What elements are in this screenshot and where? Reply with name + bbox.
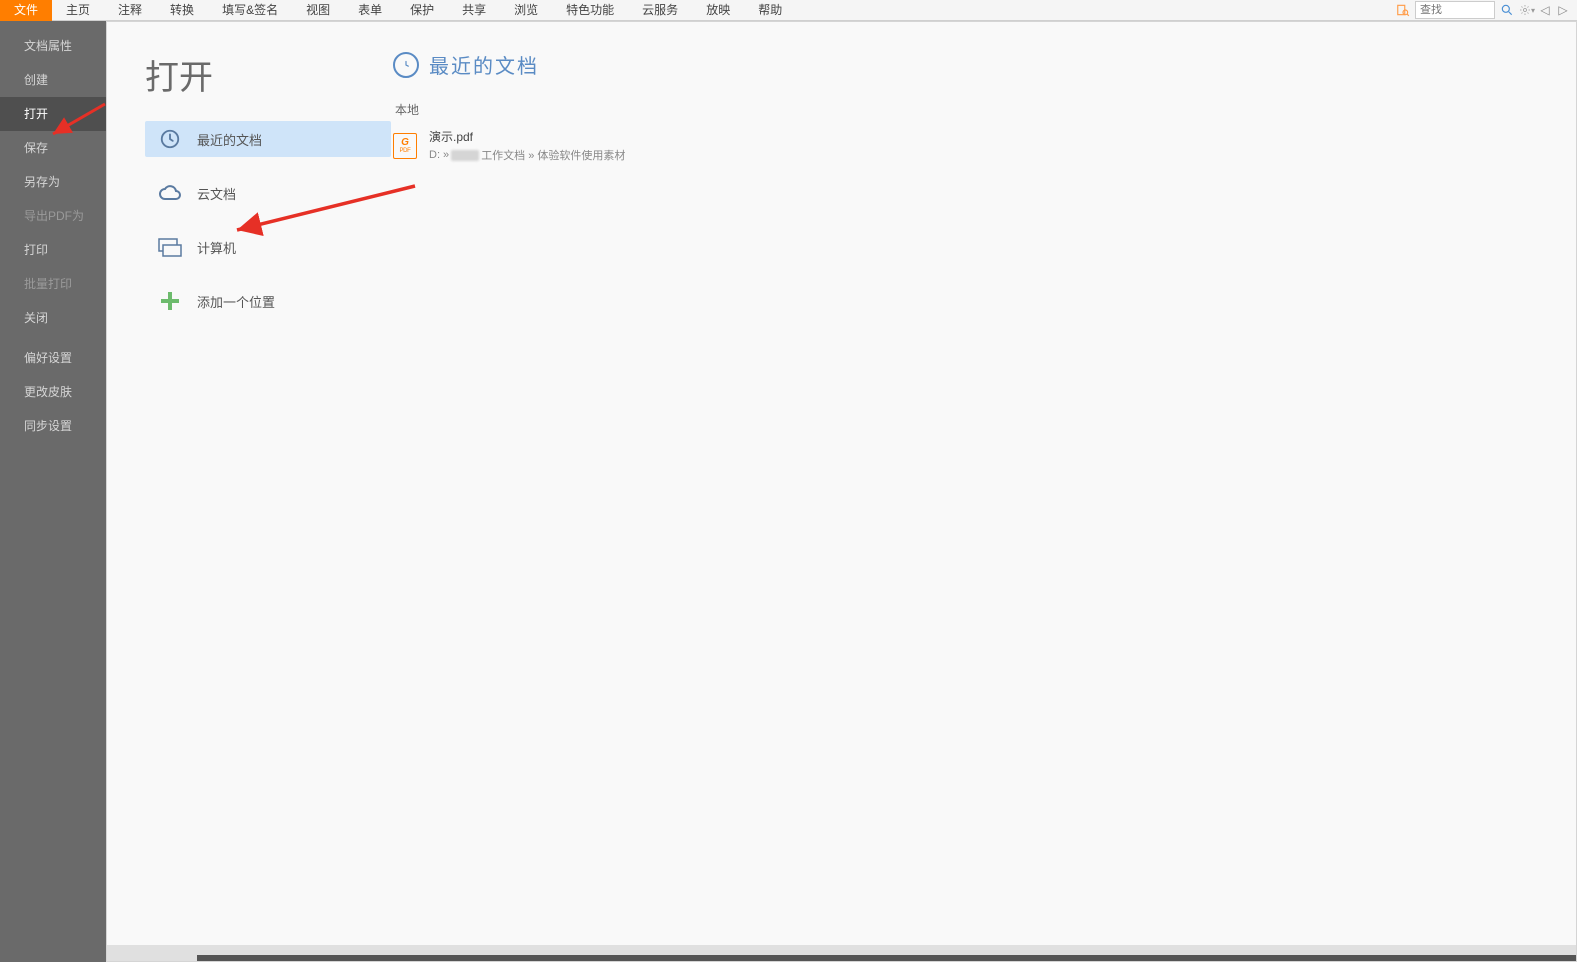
search-box[interactable] xyxy=(1415,1,1495,19)
menubar: 文件主页注释转换填写&签名视图表单保护共享浏览特色功能云服务放映帮助 ▾ ◁ ▷ xyxy=(0,0,1577,21)
menu-tab-11[interactable]: 云服务 xyxy=(628,0,692,21)
menu-tab-10[interactable]: 特色功能 xyxy=(552,0,628,21)
search-go-button[interactable] xyxy=(1497,1,1517,19)
sidebar: 文档属性创建打开保存另存为导出PDF为打印批量打印关闭偏好设置更改皮肤同步设置 xyxy=(0,21,106,962)
status-bar-accent xyxy=(197,955,1576,961)
menu-tab-7[interactable]: 保护 xyxy=(396,0,448,21)
clock-icon xyxy=(393,52,419,78)
menu-tab-4[interactable]: 填写&签名 xyxy=(208,0,292,21)
file-path: D: »工作文档 » 体验软件使用素材 xyxy=(429,147,625,163)
menu-tab-6[interactable]: 表单 xyxy=(344,0,396,21)
recent-title: 最近的文档 xyxy=(429,50,539,79)
recent-files-column: 最近的文档 本地 GPDF 演示.pdf D: »工作文档 » 体验软件使用素材 xyxy=(393,22,1576,961)
open-sources-column: 打开 最近的文档云文档计算机添加一个位置 xyxy=(107,22,393,961)
source-item-label: 计算机 xyxy=(197,238,236,257)
computer-icon xyxy=(157,234,183,260)
source-item-label: 云文档 xyxy=(197,184,236,203)
menu-tab-1[interactable]: 主页 xyxy=(52,0,104,21)
sidebar-item-2[interactable]: 打开 xyxy=(0,97,106,131)
sidebar-item-5: 导出PDF为 xyxy=(0,199,106,233)
chevron-left-icon: ◁ xyxy=(1540,3,1549,17)
file-row[interactable]: GPDF 演示.pdf D: »工作文档 » 体验软件使用素材 xyxy=(393,126,1546,165)
menu-tab-9[interactable]: 浏览 xyxy=(500,0,552,21)
menu-tab-2[interactable]: 注释 xyxy=(104,0,156,21)
gear-icon xyxy=(1519,3,1531,17)
file-name: 演示.pdf xyxy=(429,128,625,145)
sidebar-item-0[interactable]: 文档属性 xyxy=(0,29,106,63)
search-input[interactable] xyxy=(1420,4,1490,16)
sidebar-item-8[interactable]: 关闭 xyxy=(0,301,106,335)
chevron-right-icon: ▷ xyxy=(1558,3,1567,17)
page-find-icon xyxy=(1396,3,1410,17)
plus-icon xyxy=(157,288,183,314)
cloud-icon xyxy=(157,180,183,206)
redacted-segment xyxy=(451,150,479,161)
recent-section-label: 本地 xyxy=(393,101,1546,118)
sidebar-item-3[interactable]: 保存 xyxy=(0,131,106,165)
settings-dropdown[interactable]: ▾ xyxy=(1519,2,1535,18)
menu-tab-3[interactable]: 转换 xyxy=(156,0,208,21)
source-item-label: 添加一个位置 xyxy=(197,292,275,311)
find-icon-button[interactable] xyxy=(1393,1,1413,19)
sidebar-item-7: 批量打印 xyxy=(0,267,106,301)
sidebar-item-6[interactable]: 打印 xyxy=(0,233,106,267)
menu-tab-8[interactable]: 共享 xyxy=(448,0,500,21)
sidebar-item-10[interactable]: 更改皮肤 xyxy=(0,375,106,409)
pdf-file-icon: GPDF xyxy=(393,133,417,159)
search-icon xyxy=(1500,3,1514,17)
page-title: 打开 xyxy=(145,50,393,99)
menu-tab-5[interactable]: 视图 xyxy=(292,0,344,21)
sidebar-item-11[interactable]: 同步设置 xyxy=(0,409,106,443)
source-item-clock[interactable]: 最近的文档 xyxy=(145,121,391,157)
clock-icon xyxy=(157,126,183,152)
sidebar-item-9[interactable]: 偏好设置 xyxy=(0,341,106,375)
source-item-computer[interactable]: 计算机 xyxy=(145,229,391,265)
source-item-plus[interactable]: 添加一个位置 xyxy=(145,283,391,319)
nav-back-button[interactable]: ◁ xyxy=(1537,2,1553,18)
sidebar-item-4[interactable]: 另存为 xyxy=(0,165,106,199)
nav-forward-button[interactable]: ▷ xyxy=(1555,2,1571,18)
menu-tab-12[interactable]: 放映 xyxy=(692,0,744,21)
file-info: 演示.pdf D: »工作文档 » 体验软件使用素材 xyxy=(429,128,625,163)
recent-header: 最近的文档 xyxy=(393,50,1546,79)
sidebar-item-1[interactable]: 创建 xyxy=(0,63,106,97)
menu-tab-0[interactable]: 文件 xyxy=(0,0,52,21)
menubar-right: ▾ ◁ ▷ xyxy=(1393,1,1577,19)
source-list: 最近的文档云文档计算机添加一个位置 xyxy=(145,121,393,319)
source-item-cloud[interactable]: 云文档 xyxy=(145,175,391,211)
file-list: GPDF 演示.pdf D: »工作文档 » 体验软件使用素材 xyxy=(393,126,1546,165)
menu-tab-13[interactable]: 帮助 xyxy=(744,0,796,21)
content-area: 打开 最近的文档云文档计算机添加一个位置 最近的文档 本地 GPDF 演示.pd… xyxy=(106,21,1577,962)
menubar-tabs: 文件主页注释转换填写&签名视图表单保护共享浏览特色功能云服务放映帮助 xyxy=(0,0,796,21)
source-item-label: 最近的文档 xyxy=(197,130,262,149)
